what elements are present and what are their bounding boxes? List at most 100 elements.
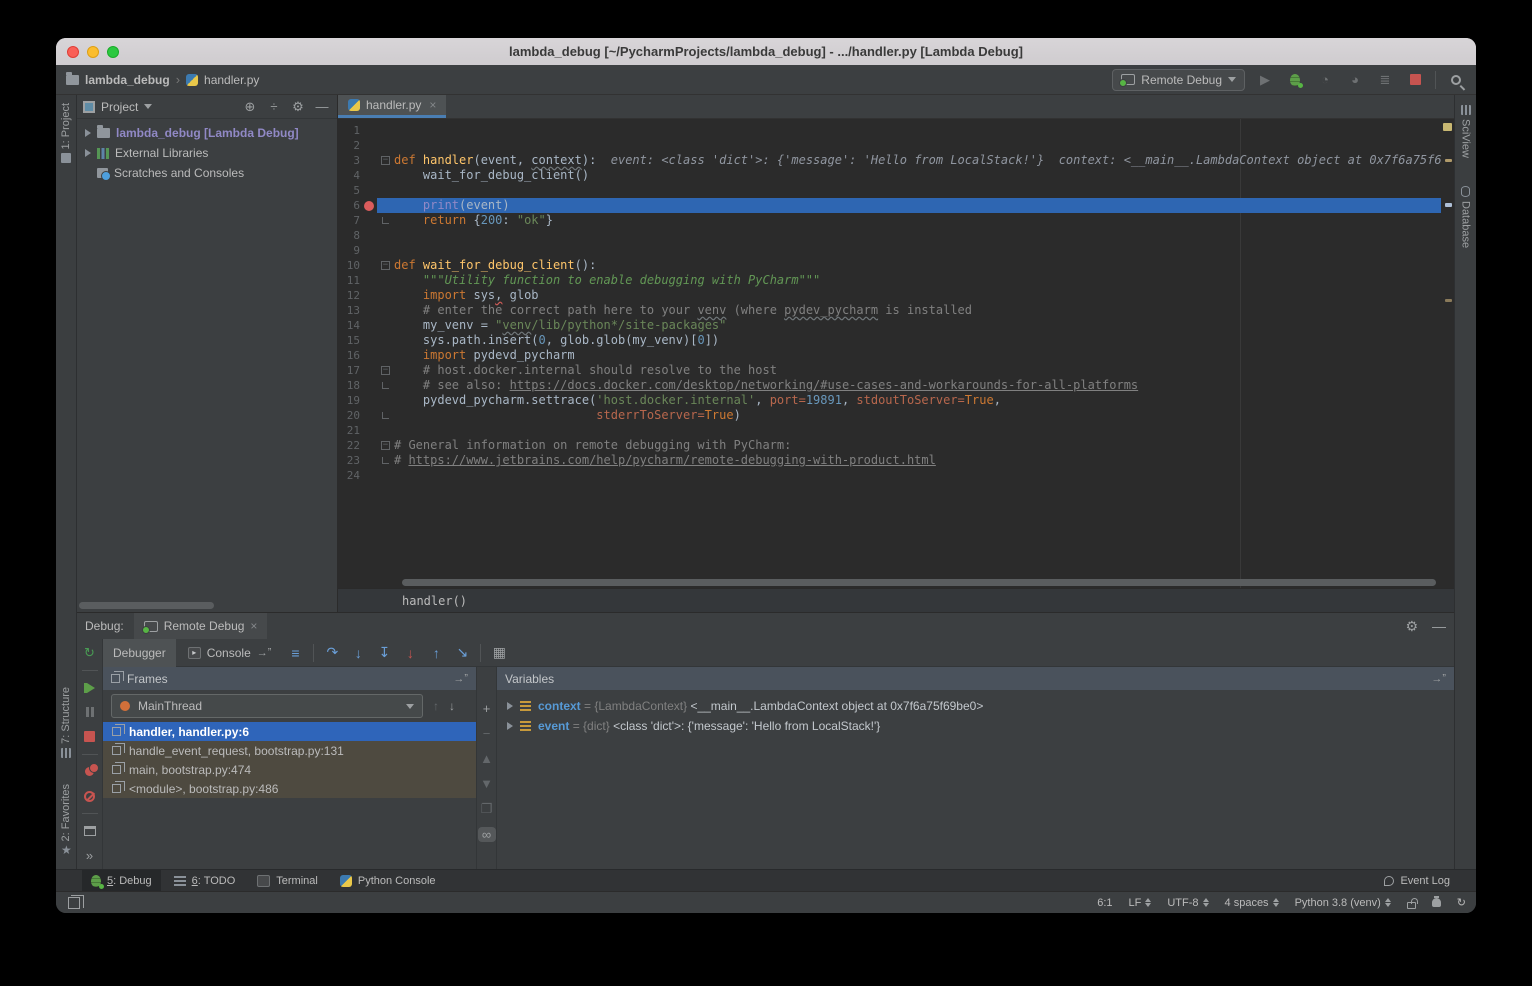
view-options-icon[interactable]: ≡: [283, 642, 307, 664]
breakpoint-gutter[interactable]: [360, 273, 377, 288]
breakpoint-gutter[interactable]: [360, 153, 377, 168]
run-icon[interactable]: ▶: [1255, 70, 1275, 90]
fold-gutter[interactable]: [377, 303, 394, 318]
sync-changes-icon[interactable]: ↻: [1457, 896, 1466, 909]
thread-select[interactable]: MainThread: [111, 694, 423, 718]
gear-icon[interactable]: ⚙: [1405, 618, 1418, 635]
tree-item[interactable]: External Libraries: [77, 143, 337, 163]
breakpoint-gutter[interactable]: [360, 378, 377, 393]
step-out-icon[interactable]: ↑: [424, 642, 448, 664]
move-up-icon[interactable]: ▲: [480, 751, 493, 766]
fold-gutter[interactable]: [377, 213, 394, 228]
fold-gutter[interactable]: [377, 378, 394, 393]
fold-gutter[interactable]: [377, 273, 394, 288]
breakpoint-gutter[interactable]: [360, 228, 377, 243]
breakpoint-gutter[interactable]: [360, 393, 377, 408]
fold-gutter[interactable]: −: [377, 258, 394, 273]
fold-gutter[interactable]: [377, 138, 394, 153]
breakpoint-gutter[interactable]: [360, 258, 377, 273]
fold-gutter[interactable]: −: [377, 438, 394, 453]
breakpoint-gutter[interactable]: [360, 138, 377, 153]
hide-icon[interactable]: —: [1432, 618, 1446, 635]
toolwindow-button-todo[interactable]: 6: TODO: [165, 870, 245, 892]
breakpoint-gutter[interactable]: [360, 468, 377, 483]
sidebar-tab-database[interactable]: Database: [1460, 186, 1472, 248]
breakpoint-gutter[interactable]: [360, 213, 377, 228]
restore-layout-icon[interactable]: [81, 823, 99, 839]
code-link[interactable]: https://www.jetbrains.com/help/pycharm/r…: [408, 453, 935, 467]
run-configuration-select[interactable]: Remote Debug: [1112, 69, 1245, 91]
pin-icon[interactable]: →ˮ: [453, 673, 468, 685]
fold-gutter[interactable]: [377, 408, 394, 423]
breadcrumb-project[interactable]: lambda_debug: [85, 73, 170, 87]
variable-row[interactable]: event = {dict} <class 'dict'>: {'message…: [497, 716, 1454, 736]
chevron-down-icon[interactable]: [144, 104, 152, 109]
fold-gutter[interactable]: [377, 318, 394, 333]
view-breakpoints-icon[interactable]: [81, 764, 99, 780]
breakpoint-gutter[interactable]: [360, 438, 377, 453]
tab-debugger[interactable]: Debugger: [103, 639, 176, 667]
fold-gutter[interactable]: [377, 243, 394, 258]
hide-icon[interactable]: —: [313, 99, 331, 114]
fold-gutter[interactable]: [377, 333, 394, 348]
tab-console[interactable]: ▸ Console →ˮ: [178, 639, 282, 667]
breakpoint-gutter[interactable]: [360, 363, 377, 378]
breakpoint-gutter[interactable]: [360, 333, 377, 348]
search-everywhere-icon[interactable]: [1446, 70, 1466, 90]
tree-item[interactable]: Scratches and Consoles: [77, 163, 337, 183]
stop-icon[interactable]: [1405, 70, 1425, 90]
fold-open-icon[interactable]: −: [381, 156, 390, 165]
variable-row[interactable]: context = {LambdaContext} <__main__.Lamb…: [497, 696, 1454, 716]
breakpoint-gutter[interactable]: [360, 198, 377, 213]
pin-icon[interactable]: →ˮ: [257, 647, 272, 659]
collapse-all-icon[interactable]: ÷: [265, 99, 283, 114]
duplicate-icon[interactable]: ❐: [481, 801, 493, 817]
breakpoint-gutter[interactable]: [360, 453, 377, 468]
resume-icon[interactable]: [81, 680, 99, 696]
status-item[interactable]: UTF-8: [1167, 897, 1208, 909]
fold-end-icon[interactable]: [382, 412, 389, 419]
sidebar-tab-structure[interactable]: 7: Structure: [60, 687, 72, 758]
force-step-into-icon[interactable]: ↧: [372, 642, 396, 664]
view-as-table-icon[interactable]: ▦: [487, 642, 511, 664]
breakpoint-gutter[interactable]: [360, 348, 377, 363]
sidebar-tab-favorites[interactable]: 2: Favorites ★: [60, 784, 72, 855]
fold-gutter[interactable]: [377, 348, 394, 363]
stack-frame-row[interactable]: <module>, bootstrap.py:486: [103, 779, 476, 798]
fold-gutter[interactable]: [377, 393, 394, 408]
rerun-icon[interactable]: ↻: [81, 645, 99, 661]
tree-item[interactable]: lambda_debug [Lambda Debug]: [77, 123, 337, 143]
expand-arrow-icon[interactable]: [507, 702, 513, 710]
toggle-stripes-icon[interactable]: [68, 897, 80, 909]
breadcrumb-file[interactable]: handler.py: [204, 73, 259, 87]
fold-gutter[interactable]: [377, 423, 394, 438]
toolwindow-button-pythonconsole[interactable]: Python Console: [331, 870, 445, 892]
coverage-icon[interactable]: ◕: [1345, 70, 1365, 90]
lock-icon[interactable]: [1407, 902, 1416, 909]
next-frame-icon[interactable]: ↓: [449, 699, 455, 713]
step-into-icon[interactable]: ↓: [346, 642, 370, 664]
debug-icon[interactable]: [1285, 70, 1305, 90]
locate-icon[interactable]: ⊕: [241, 99, 259, 115]
stop-icon[interactable]: [81, 729, 99, 745]
fold-open-icon[interactable]: −: [381, 441, 390, 450]
remove-watch-icon[interactable]: −: [483, 726, 491, 741]
fold-gutter[interactable]: −: [377, 153, 394, 168]
event-log-button[interactable]: Event Log: [1384, 875, 1450, 887]
breakpoint-gutter[interactable]: [360, 318, 377, 333]
run-anything-icon[interactable]: ≣: [1375, 70, 1395, 90]
close-tab-icon[interactable]: ×: [429, 98, 436, 112]
stack-frame-row[interactable]: main, bootstrap.py:474: [103, 760, 476, 779]
breakpoint-gutter[interactable]: [360, 243, 377, 258]
fold-gutter[interactable]: [377, 168, 394, 183]
code-editor[interactable]: 123−def handler(event, context): event: …: [338, 119, 1454, 588]
step-over-icon[interactable]: ↷: [320, 642, 344, 664]
fold-gutter[interactable]: [377, 183, 394, 198]
hector-privacy-icon[interactable]: [1432, 898, 1441, 907]
evaluate-infinity-icon[interactable]: ∞: [478, 827, 496, 842]
fold-gutter[interactable]: [377, 123, 394, 138]
fold-end-icon[interactable]: [382, 217, 389, 224]
sidebar-tab-sciview[interactable]: SciView: [1460, 105, 1472, 158]
move-down-icon[interactable]: ▼: [480, 776, 493, 791]
fold-gutter[interactable]: [377, 228, 394, 243]
